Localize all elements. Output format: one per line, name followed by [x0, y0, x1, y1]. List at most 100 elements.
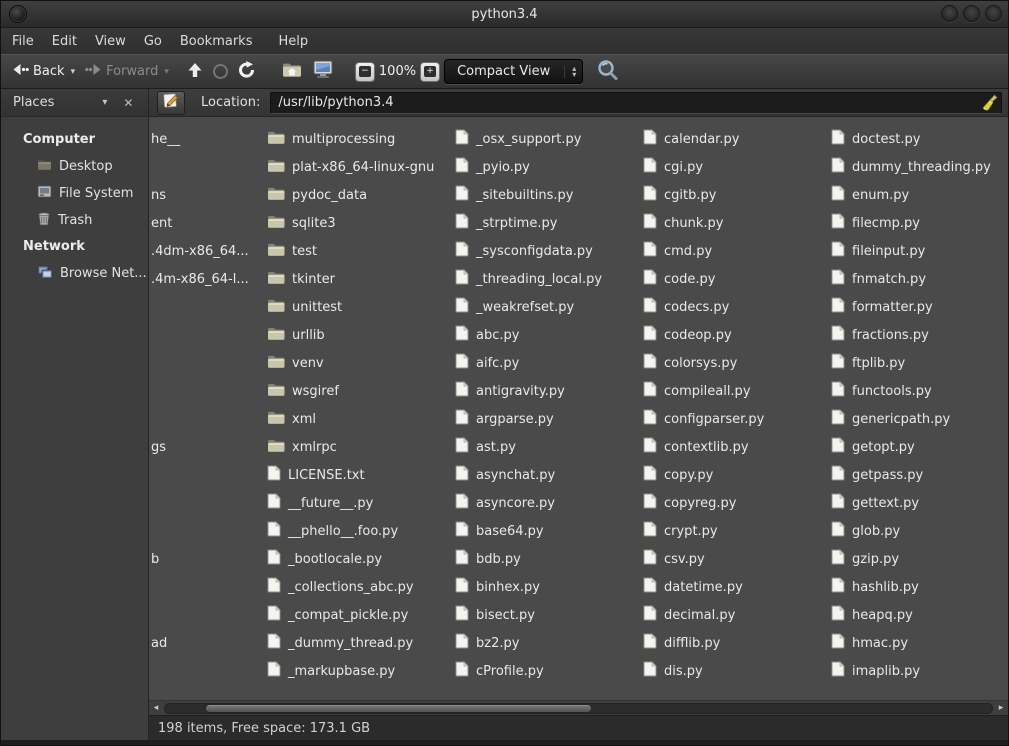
file-item[interactable]: antigravity.py	[455, 377, 643, 405]
scrollbar-thumb[interactable]	[205, 704, 592, 713]
file-item[interactable]: doctest.py	[831, 125, 1001, 153]
file-item[interactable]: ftplib.py	[831, 349, 1001, 377]
file-item[interactable]: contextlib.py	[643, 433, 831, 461]
file-item[interactable]: dis.py	[643, 657, 831, 685]
file-item[interactable]: filecmp.py	[831, 209, 1001, 237]
clipped-file-item[interactable]: he__	[151, 125, 267, 153]
clipped-file-item[interactable]: ent	[151, 209, 267, 237]
sidebar-item-trash[interactable]: Trash	[1, 207, 148, 234]
file-item[interactable]: binhex.py	[455, 573, 643, 601]
file-item[interactable]: csv.py	[643, 545, 831, 573]
file-item[interactable]: cmd.py	[643, 237, 831, 265]
file-item[interactable]: copyreg.py	[643, 489, 831, 517]
file-item[interactable]: LICENSE.txt	[267, 461, 455, 489]
chevron-down-icon[interactable]: ▾	[102, 97, 107, 108]
spinner-arrows-icon[interactable]: ▴▾	[564, 66, 576, 78]
file-item[interactable]: genericpath.py	[831, 405, 1001, 433]
file-item[interactable]: gettext.py	[831, 489, 1001, 517]
file-item[interactable]: _osx_support.py	[455, 125, 643, 153]
file-item[interactable]: _bootlocale.py	[267, 545, 455, 573]
file-item[interactable]: cgitb.py	[643, 181, 831, 209]
scrollbar-track[interactable]	[164, 703, 993, 714]
folder-item[interactable]: unittest	[267, 293, 455, 321]
desktop-button[interactable]	[307, 56, 339, 87]
zoom-out-button[interactable]: −	[355, 62, 375, 82]
scroll-left-arrow-icon[interactable]: ◂	[149, 703, 163, 713]
sidebar-item-desktop[interactable]: Desktop	[1, 153, 148, 180]
forward-button[interactable]: Forward ▾	[80, 59, 174, 84]
scroll-right-arrow-icon[interactable]: ▸	[994, 703, 1008, 713]
file-item[interactable]: crypt.py	[643, 517, 831, 545]
folder-item[interactable]: sqlite3	[267, 209, 455, 237]
file-item[interactable]: _weakrefset.py	[455, 293, 643, 321]
close-button[interactable]	[985, 5, 1002, 22]
search-button[interactable]	[591, 55, 625, 89]
file-item[interactable]: colorsys.py	[643, 349, 831, 377]
reload-button[interactable]	[233, 57, 261, 86]
file-item[interactable]: fileinput.py	[831, 237, 1001, 265]
file-item[interactable]: code.py	[643, 265, 831, 293]
edit-location-button[interactable]	[157, 91, 185, 115]
clipped-file-item[interactable]: ns	[151, 181, 267, 209]
file-item[interactable]: compileall.py	[643, 377, 831, 405]
menu-item-view[interactable]: View	[86, 30, 135, 53]
close-sidebar-icon[interactable]: ✕	[123, 96, 133, 110]
folder-item[interactable]: wsgiref	[267, 377, 455, 405]
zoom-in-button[interactable]: +	[420, 62, 440, 82]
menu-item-go[interactable]: Go	[135, 30, 171, 53]
file-item[interactable]: difflib.py	[643, 629, 831, 657]
minimize-button[interactable]	[941, 5, 958, 22]
file-item[interactable]: __future__.py	[267, 489, 455, 517]
file-item[interactable]: configparser.py	[643, 405, 831, 433]
back-button[interactable]: Back ▾	[7, 59, 80, 84]
file-item[interactable]: _collections_abc.py	[267, 573, 455, 601]
file-item[interactable]: calendar.py	[643, 125, 831, 153]
file-item[interactable]: _sysconfigdata.py	[455, 237, 643, 265]
file-item[interactable]: glob.py	[831, 517, 1001, 545]
file-item[interactable]: enum.py	[831, 181, 1001, 209]
folder-item[interactable]: plat-x86_64-linux-gnu	[267, 153, 455, 181]
file-item[interactable]: fnmatch.py	[831, 265, 1001, 293]
file-item[interactable]: cProfile.py	[455, 657, 643, 685]
folder-item[interactable]: venv	[267, 349, 455, 377]
folder-item[interactable]: xml	[267, 405, 455, 433]
menu-item-help[interactable]: Help	[269, 30, 317, 53]
file-item[interactable]: asyncore.py	[455, 489, 643, 517]
file-item[interactable]: aifc.py	[455, 349, 643, 377]
file-item[interactable]: hmac.py	[831, 629, 1001, 657]
menu-item-edit[interactable]: Edit	[43, 30, 86, 53]
file-item[interactable]: formatter.py	[831, 293, 1001, 321]
file-item[interactable]: decimal.py	[643, 601, 831, 629]
clipped-file-item[interactable]: .4m-x86_64-l...	[151, 265, 267, 293]
sidebar-item-browse-net-[interactable]: Browse Net...	[1, 260, 148, 287]
file-item[interactable]: datetime.py	[643, 573, 831, 601]
file-item[interactable]: codecs.py	[643, 293, 831, 321]
file-item[interactable]: dummy_threading.py	[831, 153, 1001, 181]
places-pane-selector[interactable]: Places ▾ ✕	[1, 89, 148, 117]
file-item[interactable]: chunk.py	[643, 209, 831, 237]
file-item[interactable]: bdb.py	[455, 545, 643, 573]
folder-item[interactable]: xmlrpc	[267, 433, 455, 461]
file-item[interactable]: cgi.py	[643, 153, 831, 181]
file-item[interactable]: codeop.py	[643, 321, 831, 349]
file-item[interactable]: abc.py	[455, 321, 643, 349]
back-history-chevron-icon[interactable]: ▾	[71, 67, 76, 77]
folder-item[interactable]: pydoc_data	[267, 181, 455, 209]
folder-item[interactable]: multiprocessing	[267, 125, 455, 153]
file-item[interactable]: _markupbase.py	[267, 657, 455, 685]
file-item[interactable]: _dummy_thread.py	[267, 629, 455, 657]
home-button[interactable]	[277, 57, 307, 86]
file-item[interactable]: getpass.py	[831, 461, 1001, 489]
file-item[interactable]: _threading_local.py	[455, 265, 643, 293]
clipped-file-item[interactable]: gs	[151, 433, 267, 461]
forward-history-chevron-icon[interactable]: ▾	[164, 67, 169, 77]
clipped-file-item[interactable]: .4dm-x86_64...	[151, 237, 267, 265]
file-item[interactable]: fractions.py	[831, 321, 1001, 349]
file-item[interactable]: getopt.py	[831, 433, 1001, 461]
menu-item-file[interactable]: File	[3, 30, 43, 53]
file-item[interactable]: _pyio.py	[455, 153, 643, 181]
folder-item[interactable]: tkinter	[267, 265, 455, 293]
file-item[interactable]: _compat_pickle.py	[267, 601, 455, 629]
maximize-button[interactable]	[963, 5, 980, 22]
file-item[interactable]: hashlib.py	[831, 573, 1001, 601]
